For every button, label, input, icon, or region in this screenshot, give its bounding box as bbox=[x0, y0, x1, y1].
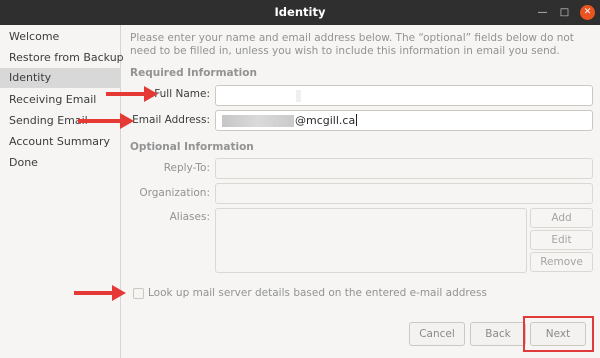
organization-field[interactable] bbox=[215, 183, 593, 204]
intro-text: Please enter your name and email address… bbox=[130, 32, 574, 57]
aliases-label: Aliases: bbox=[169, 211, 210, 223]
sidebar-item-restore: Restore from Backup bbox=[9, 51, 124, 64]
window-title: Identity bbox=[274, 5, 326, 19]
optional-heading: Optional Information bbox=[130, 141, 254, 153]
arrow-to-email bbox=[78, 113, 134, 129]
reply-to-label: Reply-To: bbox=[163, 162, 210, 174]
aliases-add-button[interactable]: Add bbox=[530, 208, 593, 228]
sidebar-item-receiving: Receiving Email bbox=[9, 93, 97, 106]
lookup-checkbox[interactable] bbox=[133, 288, 144, 299]
sidebar-item-identity: Identity bbox=[0, 68, 121, 88]
arrow-to-full-name bbox=[106, 86, 158, 102]
close-icon[interactable]: ✕ bbox=[580, 5, 595, 20]
minimize-icon[interactable]: — bbox=[535, 5, 550, 20]
lookup-checkbox-label[interactable]: Look up mail server details based on the… bbox=[148, 287, 487, 299]
title-bar: Identity — □ ✕ bbox=[0, 0, 600, 25]
next-highlight-box bbox=[523, 316, 594, 352]
assistant-sidebar: Welcome Restore from Backup Identity Rec… bbox=[0, 25, 124, 358]
text-cursor bbox=[356, 114, 358, 126]
redacted-email-user bbox=[222, 115, 294, 127]
full-name-field[interactable] bbox=[215, 85, 593, 106]
redacted-name bbox=[296, 90, 301, 102]
sidebar-item-done: Done bbox=[9, 156, 38, 169]
aliases-remove-button[interactable]: Remove bbox=[530, 252, 593, 272]
reply-to-field[interactable] bbox=[215, 158, 593, 179]
aliases-list[interactable] bbox=[215, 208, 527, 273]
maximize-icon[interactable]: □ bbox=[557, 5, 572, 20]
email-label: Email Address: bbox=[132, 114, 210, 126]
organization-label: Organization: bbox=[139, 187, 210, 199]
back-button[interactable]: Back bbox=[470, 322, 526, 346]
aliases-edit-button[interactable]: Edit bbox=[530, 230, 593, 250]
email-field[interactable]: @mcgill.ca bbox=[215, 110, 593, 131]
arrow-to-checkbox bbox=[74, 285, 126, 301]
sidebar-item-summary: Account Summary bbox=[9, 135, 111, 148]
sidebar-item-welcome: Welcome bbox=[9, 30, 60, 43]
email-domain: @mcgill.ca bbox=[295, 114, 356, 127]
required-heading: Required Information bbox=[130, 67, 257, 79]
cancel-button[interactable]: Cancel bbox=[409, 322, 465, 346]
